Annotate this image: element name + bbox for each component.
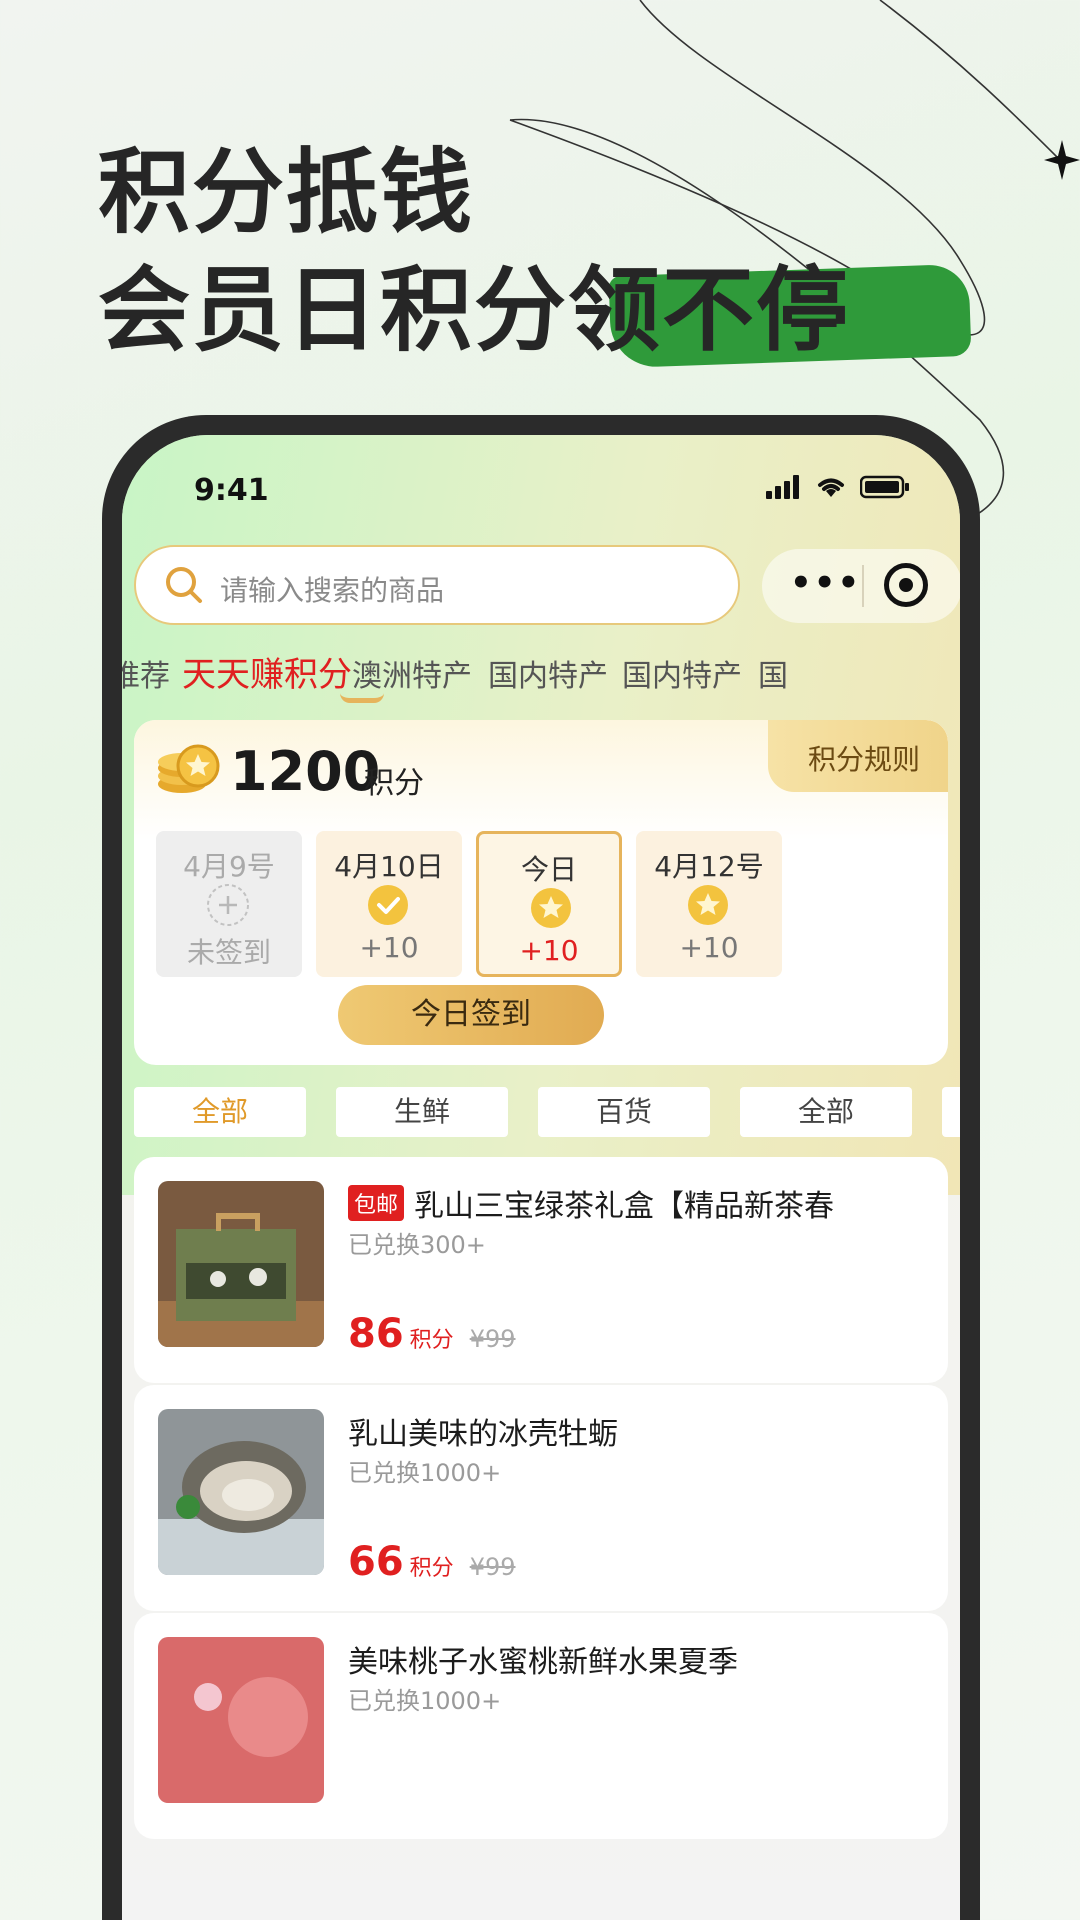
points-total: 1200	[230, 740, 381, 803]
checkin-day-2: 4月10日 +10	[316, 831, 462, 977]
category-overflow[interactable]	[942, 1087, 960, 1137]
search-icon	[166, 567, 202, 603]
checkin-day-1: 4月9号 未签到	[156, 831, 302, 977]
check-icon	[368, 885, 408, 925]
status-bar: 9:41	[122, 435, 960, 535]
points-rules-label: 积分规则	[808, 743, 921, 776]
promo-headline-line1: 积分抵钱	[98, 139, 475, 246]
star-icon	[688, 885, 728, 925]
product-sold-count: 已兑换1000+	[348, 1687, 502, 1715]
battery-icon	[860, 475, 909, 499]
star-icon	[531, 888, 571, 928]
checkin-card: 1200 积分 积分规则 4月9号 未签到 4月10日 +10 今日 +10 4…	[134, 720, 948, 1065]
checkin-day-today[interactable]: 今日 +10	[476, 831, 622, 977]
sign-in-button[interactable]: 今日签到	[338, 985, 604, 1045]
product-image-peach	[158, 1637, 324, 1803]
points-rules-button[interactable]: 积分规则	[768, 720, 948, 792]
tab-overflow[interactable]: 国	[758, 651, 788, 695]
tab-earn-points[interactable]: 天天赚积分	[182, 647, 352, 696]
target-icon[interactable]	[884, 563, 928, 607]
category-all-2[interactable]: 全部	[740, 1087, 912, 1137]
product-price: 86 积分 ¥99	[348, 1311, 516, 1357]
product-category-filter: 全部 生鲜 百货 全部	[134, 1087, 960, 1137]
category-goods[interactable]: 百货	[538, 1087, 710, 1137]
product-title: 乳山美味的冰壳牡蛎	[348, 1417, 618, 1452]
category-tabs: 推荐 天天赚积分 澳洲特产 国内特产 国内特产 国	[122, 651, 960, 711]
product-title: 美味桃子水蜜桃新鲜水果夏季	[348, 1645, 738, 1680]
tab-australia[interactable]: 澳洲特产	[352, 651, 472, 695]
wifi-icon	[818, 478, 844, 497]
product-price: 66 积分 ¥99	[348, 1539, 516, 1585]
product-sold-count: 已兑换300+	[348, 1231, 486, 1259]
coin-stack-icon	[158, 744, 220, 793]
product-image-tea-gift-box	[158, 1181, 324, 1347]
signal-icon	[766, 475, 799, 499]
tab-domestic-2[interactable]: 国内特产	[622, 651, 742, 695]
product-image-oyster	[158, 1409, 324, 1575]
free-shipping-badge: 包邮	[348, 1185, 405, 1221]
promo-headline-line2: 会员日积分领不停	[98, 257, 851, 364]
points-unit: 积分	[364, 766, 424, 801]
category-all[interactable]: 全部	[134, 1087, 306, 1137]
tab-domestic[interactable]: 国内特产	[488, 651, 608, 695]
plus-icon	[207, 884, 249, 926]
more-button[interactable]: •••	[790, 563, 861, 603]
product-sold-count: 已兑换1000+	[348, 1459, 502, 1487]
status-time: 9:41	[194, 473, 269, 508]
product-card-peach[interactable]: 美味桃子水蜜桃新鲜水果夏季 已兑换1000+	[134, 1613, 948, 1839]
product-card-oyster[interactable]: 乳山美味的冰壳牡蛎 已兑换1000+ 66 积分 ¥99	[134, 1385, 948, 1611]
search-bar[interactable]: 请输入搜索的商品	[134, 545, 740, 625]
product-card-tea[interactable]: 包邮 乳山三宝绿茶礼盒【精品新茶春 已兑换300+ 86 积分 ¥99	[134, 1157, 948, 1383]
search-input[interactable]: 请输入搜索的商品	[220, 569, 444, 609]
phone-screen: 9:41 请输入搜索的商品 ••• 推荐 天天赚积分 澳洲特产 国内特产 国内特…	[122, 435, 960, 1920]
mini-program-capsule: •••	[762, 549, 960, 623]
product-title: 包邮 乳山三宝绿茶礼盒【精品新茶春	[348, 1181, 948, 1225]
checkin-day-4: 4月12号 +10	[636, 831, 782, 977]
category-fresh[interactable]: 生鲜	[336, 1087, 508, 1137]
tab-recommend[interactable]: 推荐	[122, 651, 170, 695]
